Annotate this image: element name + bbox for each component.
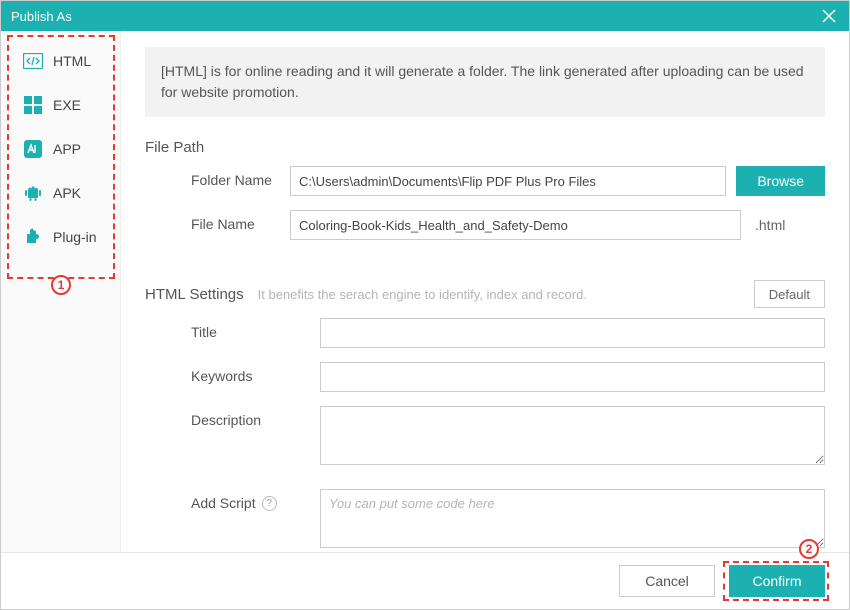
apk-icon (23, 183, 43, 203)
titlebar: Publish As (1, 1, 849, 31)
sidebar-item-plugin[interactable]: Plug-in (1, 215, 120, 259)
filepath-section-title: File Path (145, 139, 825, 156)
sidebar-item-html[interactable]: HTML (1, 39, 120, 83)
keywords-input[interactable] (320, 362, 825, 392)
sidebar-item-exe[interactable]: EXE (1, 83, 120, 127)
script-label: Add Script ? (145, 489, 290, 511)
annotation-badge-1: 1 (51, 275, 71, 295)
settings-section-title: HTML Settings (145, 286, 244, 303)
close-icon[interactable] (819, 6, 839, 26)
dialog-footer: 2 Cancel Confirm (1, 552, 849, 609)
window-title: Publish As (11, 9, 72, 24)
file-name-input[interactable] (290, 210, 741, 240)
settings-hint: It benefits the serach engine to identif… (258, 287, 740, 302)
publish-as-dialog: Publish As 1 HTML EXE (0, 0, 850, 610)
sidebar-item-label: Plug-in (53, 229, 97, 245)
sidebar-item-apk[interactable]: APK (1, 171, 120, 215)
folder-name-label: Folder Name (145, 166, 290, 188)
sidebar-item-label: APP (53, 141, 81, 157)
file-extension: .html (755, 217, 825, 233)
title-input[interactable] (320, 318, 825, 348)
keywords-label: Keywords (145, 362, 290, 384)
default-button[interactable]: Default (754, 280, 825, 308)
main-panel: [HTML] is for online reading and it will… (121, 31, 849, 552)
sidebar: 1 HTML EXE APP (1, 31, 121, 552)
folder-name-input[interactable] (290, 166, 726, 196)
app-icon (23, 139, 43, 159)
file-name-label: File Name (145, 210, 290, 232)
help-icon[interactable]: ? (262, 496, 277, 511)
sidebar-item-label: EXE (53, 97, 81, 113)
browse-button[interactable]: Browse (736, 166, 825, 196)
confirm-button[interactable]: Confirm (729, 565, 825, 597)
sidebar-item-app[interactable]: APP (1, 127, 120, 171)
title-label: Title (145, 318, 290, 340)
html-icon (23, 51, 43, 71)
cancel-button[interactable]: Cancel (619, 565, 715, 597)
sidebar-item-label: APK (53, 185, 81, 201)
description-input[interactable] (320, 406, 825, 465)
plugin-icon (23, 227, 43, 247)
info-banner: [HTML] is for online reading and it will… (145, 47, 825, 117)
exe-icon (23, 95, 43, 115)
description-label: Description (145, 406, 290, 428)
script-input[interactable] (320, 489, 825, 548)
sidebar-item-label: HTML (53, 53, 91, 69)
